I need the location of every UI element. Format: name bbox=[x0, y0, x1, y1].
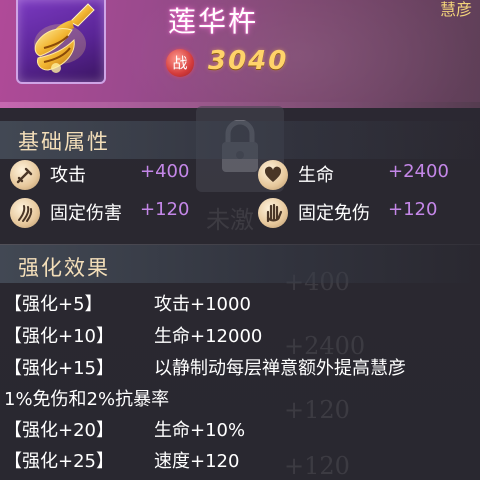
enhance-row: 【强化+15】 以静制动每层禅意额外提高慧彦 bbox=[4, 354, 406, 380]
attr-fixed-reduction: 固定免伤 +120 bbox=[258, 198, 480, 228]
item-name: 莲华杵 bbox=[168, 5, 259, 38]
item-icon-frame[interactable] bbox=[16, 0, 106, 84]
attr-hp-value: +2400 bbox=[388, 161, 449, 182]
combat-power-icon: 战 bbox=[166, 49, 194, 77]
enhance-effect: 攻击+1000 bbox=[154, 294, 251, 315]
enhance-level: 【强化+25】 bbox=[4, 451, 114, 472]
enhance-row: 【强化+5】 攻击+1000 bbox=[4, 290, 251, 316]
claw-icon bbox=[18, 205, 33, 222]
attr-hp-name: 生命 bbox=[298, 165, 334, 186]
item-header: 莲华杵 慧彦 战 3040 bbox=[0, 0, 480, 108]
item-detail-panel: 莲华杵 慧彦 战 3040 未激 +400 +2400 +120 +120 基础… bbox=[0, 0, 480, 480]
combat-power-value: 3040 bbox=[208, 46, 289, 76]
sword-icon bbox=[16, 167, 33, 184]
attr-fixed-reduction-name: 固定免伤 bbox=[298, 203, 370, 224]
palm-icon bbox=[266, 203, 283, 223]
enhance-level: 【强化+5】 bbox=[4, 294, 103, 315]
enhance-row-continuation: 1%免伤和2%抗暴率 bbox=[4, 389, 170, 410]
heart-icon bbox=[264, 166, 282, 182]
attr-attack: 攻击 +400 bbox=[10, 160, 210, 190]
attr-fixed-reduction-value: +120 bbox=[388, 199, 438, 220]
attr-fixed-damage-value: +120 bbox=[140, 199, 190, 220]
golden-vajra-icon bbox=[34, 3, 95, 73]
enhance-effect: 以静制动每层禅意额外提高慧彦 bbox=[154, 358, 406, 379]
enhance-row: 【强化+10】 生命+12000 bbox=[4, 322, 262, 348]
enhance-effect: 速度+120 bbox=[154, 451, 240, 472]
enhance-effect: 生命+12000 bbox=[154, 326, 263, 347]
ghost-value-3: +120 bbox=[284, 396, 350, 424]
attr-attack-value: +400 bbox=[140, 161, 190, 182]
owner-tag: 慧彦 bbox=[439, 0, 472, 19]
attr-fixed-damage: 固定伤害 +120 bbox=[10, 198, 210, 228]
ghost-value-4: +120 bbox=[284, 452, 350, 480]
enhance-level: 【强化+20】 bbox=[4, 420, 114, 441]
enhance-level: 【强化+15】 bbox=[4, 358, 114, 379]
enhance-row: 【强化+20】 生命+10% bbox=[4, 416, 245, 442]
enhance-effect: 生命+10% bbox=[154, 420, 246, 441]
enhance-row: 【强化+25】 速度+120 bbox=[4, 447, 239, 473]
base-attrs-title: 基础属性 bbox=[18, 130, 110, 154]
enhance-level: 【强化+10】 bbox=[4, 326, 114, 347]
enhance-title: 强化效果 bbox=[18, 256, 110, 280]
attr-attack-name: 攻击 bbox=[50, 165, 86, 186]
locked-label: 未激 bbox=[206, 206, 254, 234]
attr-hp: 生命 +2400 bbox=[258, 160, 480, 190]
attr-fixed-damage-name: 固定伤害 bbox=[50, 203, 122, 224]
